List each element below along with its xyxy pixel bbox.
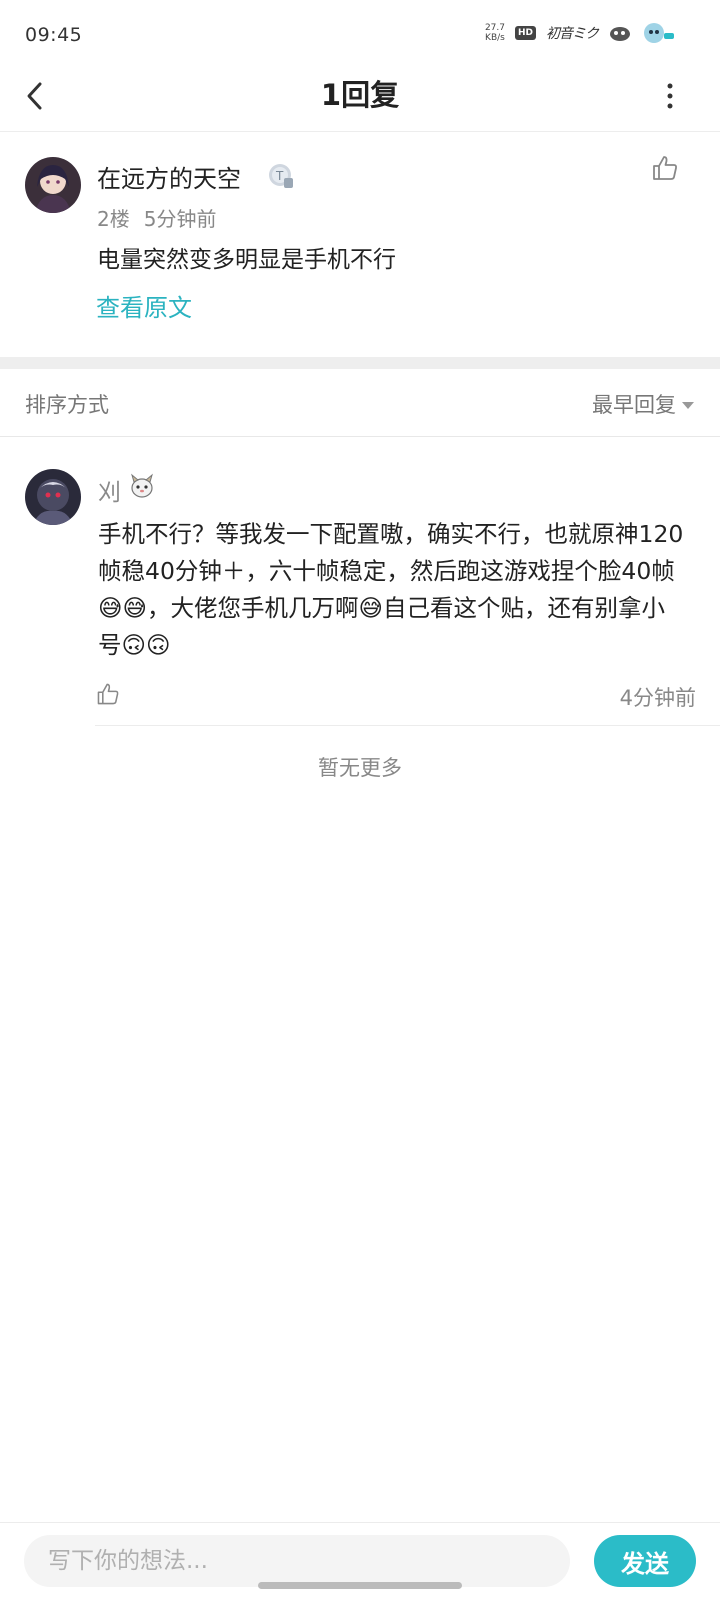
reply-content: 手机不行？等我发一下配置嗷，确实不行，也就原神120帧稳40分钟＋，六十帧稳定，… (98, 520, 684, 659)
caret-down-icon (682, 401, 694, 409)
sort-bar: 排序方式 最早回复 (0, 369, 720, 437)
send-button[interactable]: 发送 (594, 1535, 696, 1587)
author-name[interactable]: 在远方的天空 (97, 159, 241, 194)
floor-number: 2楼 (97, 207, 130, 231)
vertical-dots-icon (667, 83, 673, 109)
reply-divider (95, 725, 720, 726)
sort-label: 排序方式 (25, 393, 109, 417)
reply-author[interactable]: 刈 (98, 473, 121, 507)
network-speed-unit: KB/s (485, 33, 505, 43)
chibi-icon (644, 23, 674, 43)
comment-input[interactable] (24, 1535, 570, 1587)
avatar[interactable] (25, 469, 81, 525)
like-button[interactable] (650, 153, 680, 183)
header: 1回复 (0, 60, 720, 132)
no-more-label: 暂无更多 (318, 756, 402, 780)
post-meta: 2楼 5分钟前 (97, 203, 216, 232)
svg-text:T: T (275, 169, 284, 183)
network-speed: 27.7 KB/s (485, 23, 505, 43)
thumbs-up-icon (653, 156, 677, 180)
post-time: 5分钟前 (143, 207, 217, 231)
reply-item: 刈 手机不行？等我发一下配置嗷，确实不行，也就原神120帧稳40分钟＋，六十帧稳… (0, 438, 720, 726)
page-title: 1回复 (320, 78, 400, 112)
network-speed-value: 27.7 (484, 23, 505, 33)
sort-dropdown[interactable]: 最早回复 (592, 389, 694, 419)
status-time: 09:45 (25, 24, 83, 46)
miku-logo: 初音ミク (546, 26, 599, 42)
main-post: 在远方的天空 T 2楼 5分钟前 电量突然变多明显是手机不行 查看原文 (0, 133, 720, 357)
sort-selected: 最早回复 (592, 393, 676, 417)
avatar-image (25, 157, 81, 213)
reply-time: 4分钟前 (619, 686, 696, 710)
section-divider (0, 357, 720, 369)
blob-icon (610, 27, 630, 41)
home-indicator[interactable] (258, 1582, 462, 1589)
level-badge-icon: T (269, 164, 293, 188)
more-button[interactable] (660, 78, 680, 114)
hd-icon: HD (514, 26, 536, 40)
avatar[interactable] (25, 157, 81, 213)
avatar-image (25, 469, 81, 525)
status-icons: 27.7 KB/s HD 初音ミク (485, 20, 676, 46)
like-button[interactable] (95, 681, 121, 707)
thumbs-up-icon (97, 683, 119, 705)
view-original-link[interactable]: 查看原文 (96, 288, 192, 323)
pet-badge-icon (131, 473, 153, 498)
post-content: 电量突然变多明显是手机不行 (97, 247, 396, 273)
